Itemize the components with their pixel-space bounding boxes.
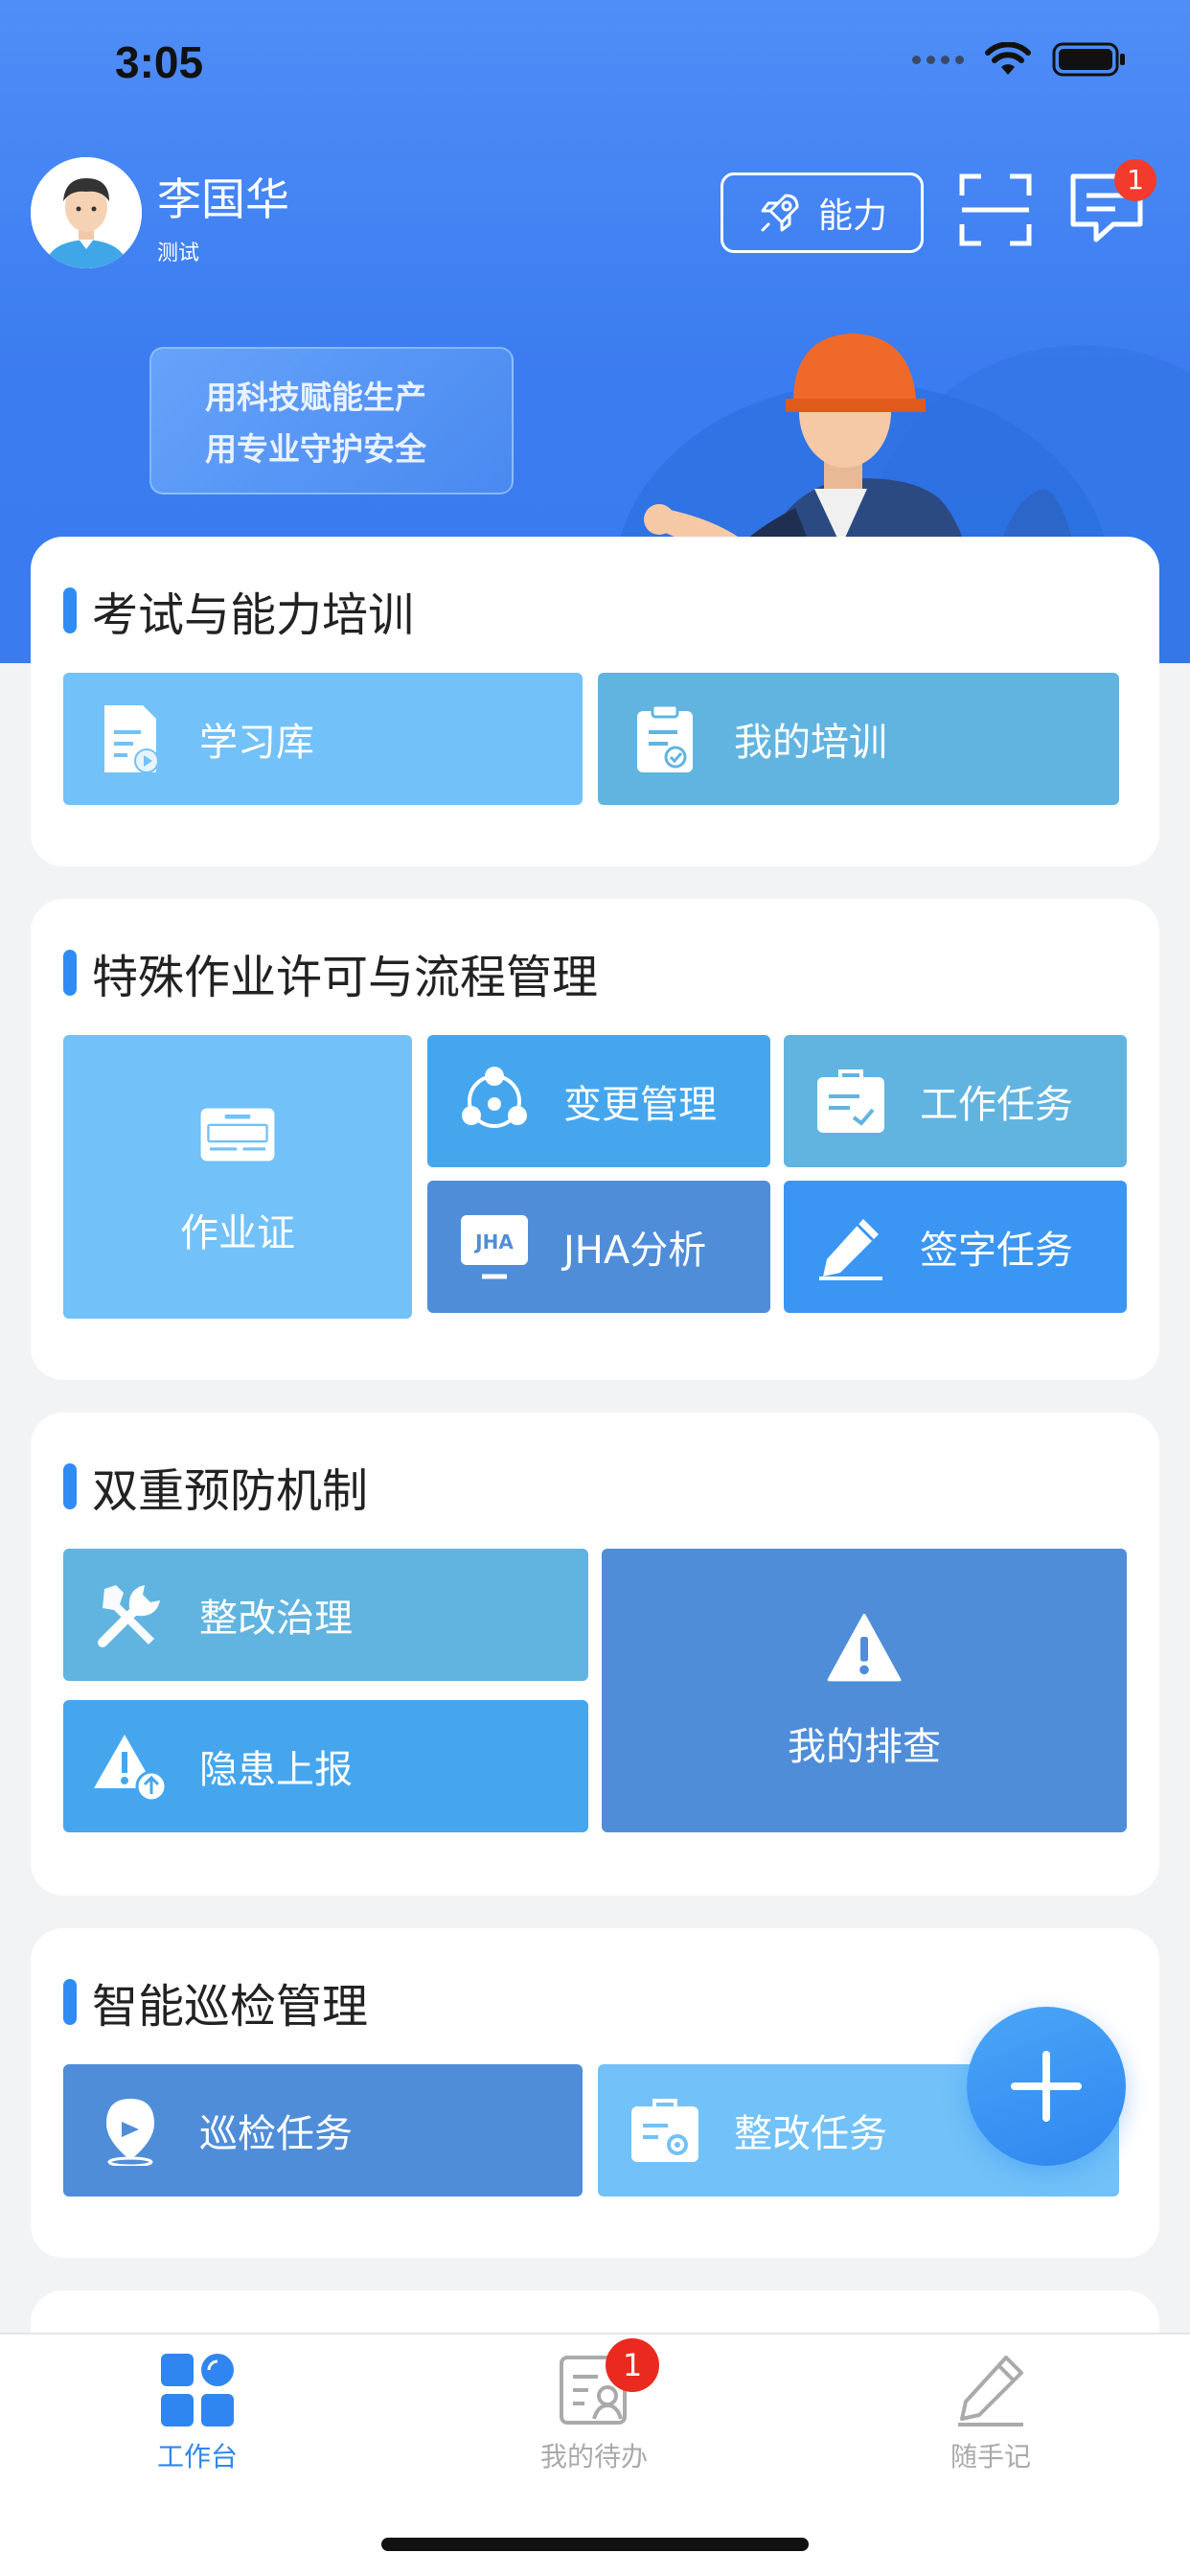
tile-my-inspection[interactable]: 我的排查 [602, 1549, 1127, 1832]
tab-workbench-label: 工作台 [156, 2441, 238, 2472]
training-card: 考试与能力培训 学习库 我的培训 [31, 537, 1159, 866]
briefcase-gear-icon [627, 2092, 703, 2169]
clipboard-check-icon [627, 701, 703, 777]
pen-icon [812, 1208, 889, 1285]
message-badge: 1 [1114, 159, 1156, 201]
work-task-label: 工作任务 [920, 1083, 1073, 1127]
tile-sign-task[interactable]: 签字任务 [784, 1181, 1127, 1313]
add-fab-button[interactable] [967, 2007, 1126, 2166]
todo-badge: 1 [606, 2338, 659, 2392]
tile-rectification[interactable]: 整改治理 [63, 1549, 588, 1681]
tile-hazard-report[interactable]: 隐患上报 [63, 1700, 588, 1832]
tile-my-training[interactable]: 我的培训 [598, 673, 1119, 805]
rectify-task-label: 整改任务 [734, 2112, 887, 2156]
my-training-label: 我的培训 [734, 721, 887, 765]
training-title: 考试与能力培训 [63, 577, 414, 644]
permit-title: 特殊作业许可与流程管理 [63, 939, 598, 1006]
status-time: 3:05 [115, 37, 204, 87]
scan-button[interactable] [958, 172, 1033, 247]
change-management-label: 变更管理 [563, 1083, 717, 1127]
tile-work-task[interactable]: 工作任务 [784, 1035, 1127, 1167]
tab-notes-label: 随手记 [950, 2441, 1031, 2472]
slogan-line-2: 用专业守护安全 [205, 430, 426, 468]
user-avatar-icon [31, 157, 142, 268]
prevention-title: 双重预防机制 [63, 1453, 368, 1520]
tab-my-todo[interactable]: 1 我的待办 [498, 2338, 690, 2474]
warning-upload-icon [92, 1728, 169, 1805]
patrol-title: 智能巡检管理 [63, 1968, 368, 2036]
todo-icon: 1 [556, 2338, 659, 2428]
pencil-icon [952, 2352, 1029, 2428]
wifi-icon [985, 42, 1031, 75]
study-library-icon [92, 701, 169, 777]
study-library-label: 学习库 [199, 721, 314, 765]
tile-change-management[interactable]: 变更管理 [427, 1035, 770, 1167]
status-icons [912, 42, 1127, 77]
avatar[interactable] [31, 157, 142, 268]
hazard-report-label: 隐患上报 [199, 1748, 353, 1792]
permit-card: 特殊作业许可与流程管理 作业证 变更管理 工作任务 JHA JHA分析 签字任务 [31, 899, 1159, 1380]
share-network-icon [456, 1063, 533, 1139]
home-indicator[interactable] [381, 2538, 809, 2551]
id-card-icon [199, 1096, 276, 1173]
warning-icon [826, 1610, 903, 1687]
my-inspection-label: 我的排查 [788, 1725, 941, 1769]
tab-notes[interactable]: 随手记 [895, 2352, 1087, 2474]
battery-icon [1052, 42, 1125, 77]
tab-my-todo-label: 我的待办 [539, 2441, 648, 2472]
ability-button[interactable]: 能力 [721, 172, 924, 253]
sign-task-label: 签字任务 [920, 1229, 1073, 1273]
rectification-label: 整改治理 [199, 1597, 353, 1641]
jha-monitor-icon: JHA [456, 1208, 533, 1285]
scan-icon [959, 173, 1032, 246]
grid-icon [159, 2352, 236, 2428]
user-name: 李国华 [157, 173, 289, 225]
ability-label: 能力 [817, 196, 887, 236]
work-permit-label: 作业证 [180, 1211, 295, 1255]
prevention-card: 双重预防机制 整改治理 隐患上报 我的排查 [31, 1413, 1159, 1896]
tile-study-library[interactable]: 学习库 [63, 673, 583, 805]
tile-jha-analysis[interactable]: JHA JHA分析 [427, 1181, 770, 1313]
briefcase-check-icon [812, 1063, 889, 1139]
slogan-line-1: 用科技赋能生产 [205, 379, 426, 416]
rocket-icon [761, 194, 799, 232]
tile-work-permit[interactable]: 作业证 [63, 1035, 412, 1319]
signal-icon [912, 55, 964, 64]
slogan-panel: 用科技赋能生产 用专业守护安全 [149, 347, 514, 494]
user-role: 测试 [157, 242, 200, 265]
tab-workbench[interactable]: 工作台 [102, 2352, 293, 2474]
jha-analysis-label: JHA分析 [563, 1229, 707, 1273]
svg-text:JHA: JHA [473, 1230, 514, 1254]
location-pin-icon [92, 2092, 169, 2169]
tile-patrol-task[interactable]: 巡检任务 [63, 2064, 583, 2196]
patrol-task-label: 巡检任务 [199, 2112, 353, 2156]
tools-icon [92, 1576, 169, 1653]
